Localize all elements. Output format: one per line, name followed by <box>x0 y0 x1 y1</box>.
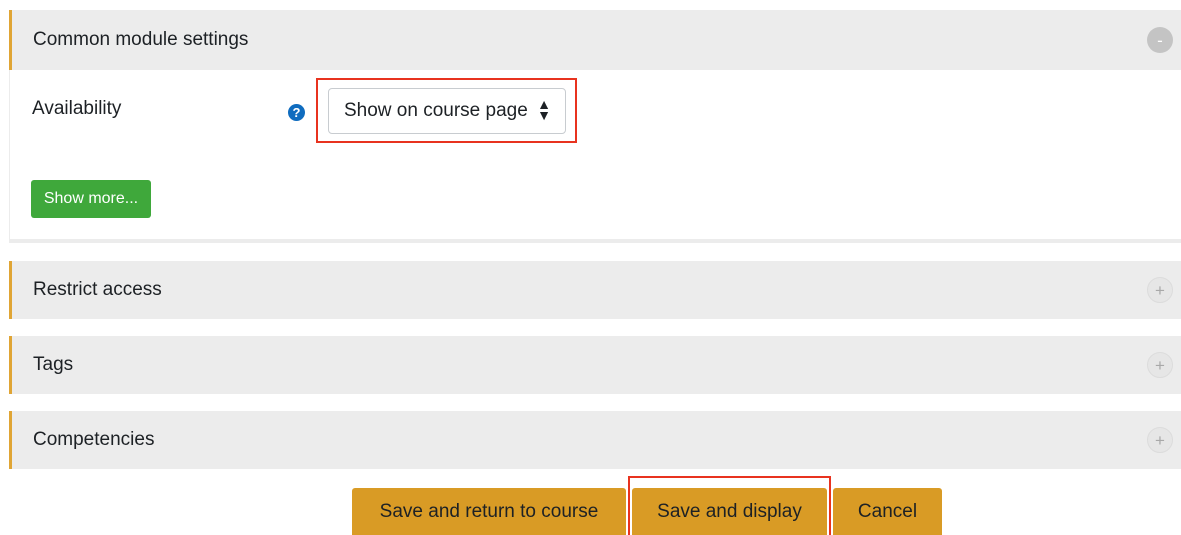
save-and-return-button[interactable]: Save and return to course <box>352 488 626 535</box>
expand-icon[interactable]: + <box>1147 277 1173 303</box>
expand-icon[interactable]: + <box>1147 427 1173 453</box>
availability-select[interactable]: Show on course page ▲ ▼ <box>328 88 566 134</box>
section-title: Restrict access <box>33 279 162 300</box>
cancel-button[interactable]: Cancel <box>833 488 942 535</box>
section-body-common-module-settings: Availability ? Show on course page ▲ ▼ Sh… <box>9 70 1181 243</box>
section-header-restrict-access[interactable]: Restrict access + <box>9 261 1181 319</box>
collapse-icon[interactable]: - <box>1147 27 1173 53</box>
select-arrows-icon: ▲ ▼ <box>537 96 551 123</box>
expand-icon[interactable]: + <box>1147 352 1173 378</box>
section-header-common-module-settings[interactable]: Common module settings - <box>9 10 1181 70</box>
availability-label: Availability <box>32 98 122 119</box>
section-title: Common module settings <box>33 29 249 50</box>
section-title: Tags <box>33 354 74 375</box>
section-header-competencies[interactable]: Competencies + <box>9 411 1181 469</box>
section-header-tags[interactable]: Tags + <box>9 336 1181 394</box>
section-title: Competencies <box>33 429 155 450</box>
availability-select-value: Show on course page <box>344 100 528 121</box>
save-and-display-button[interactable]: Save and display <box>632 488 827 535</box>
help-icon[interactable]: ? <box>288 104 305 121</box>
show-more-button[interactable]: Show more... <box>31 180 151 218</box>
